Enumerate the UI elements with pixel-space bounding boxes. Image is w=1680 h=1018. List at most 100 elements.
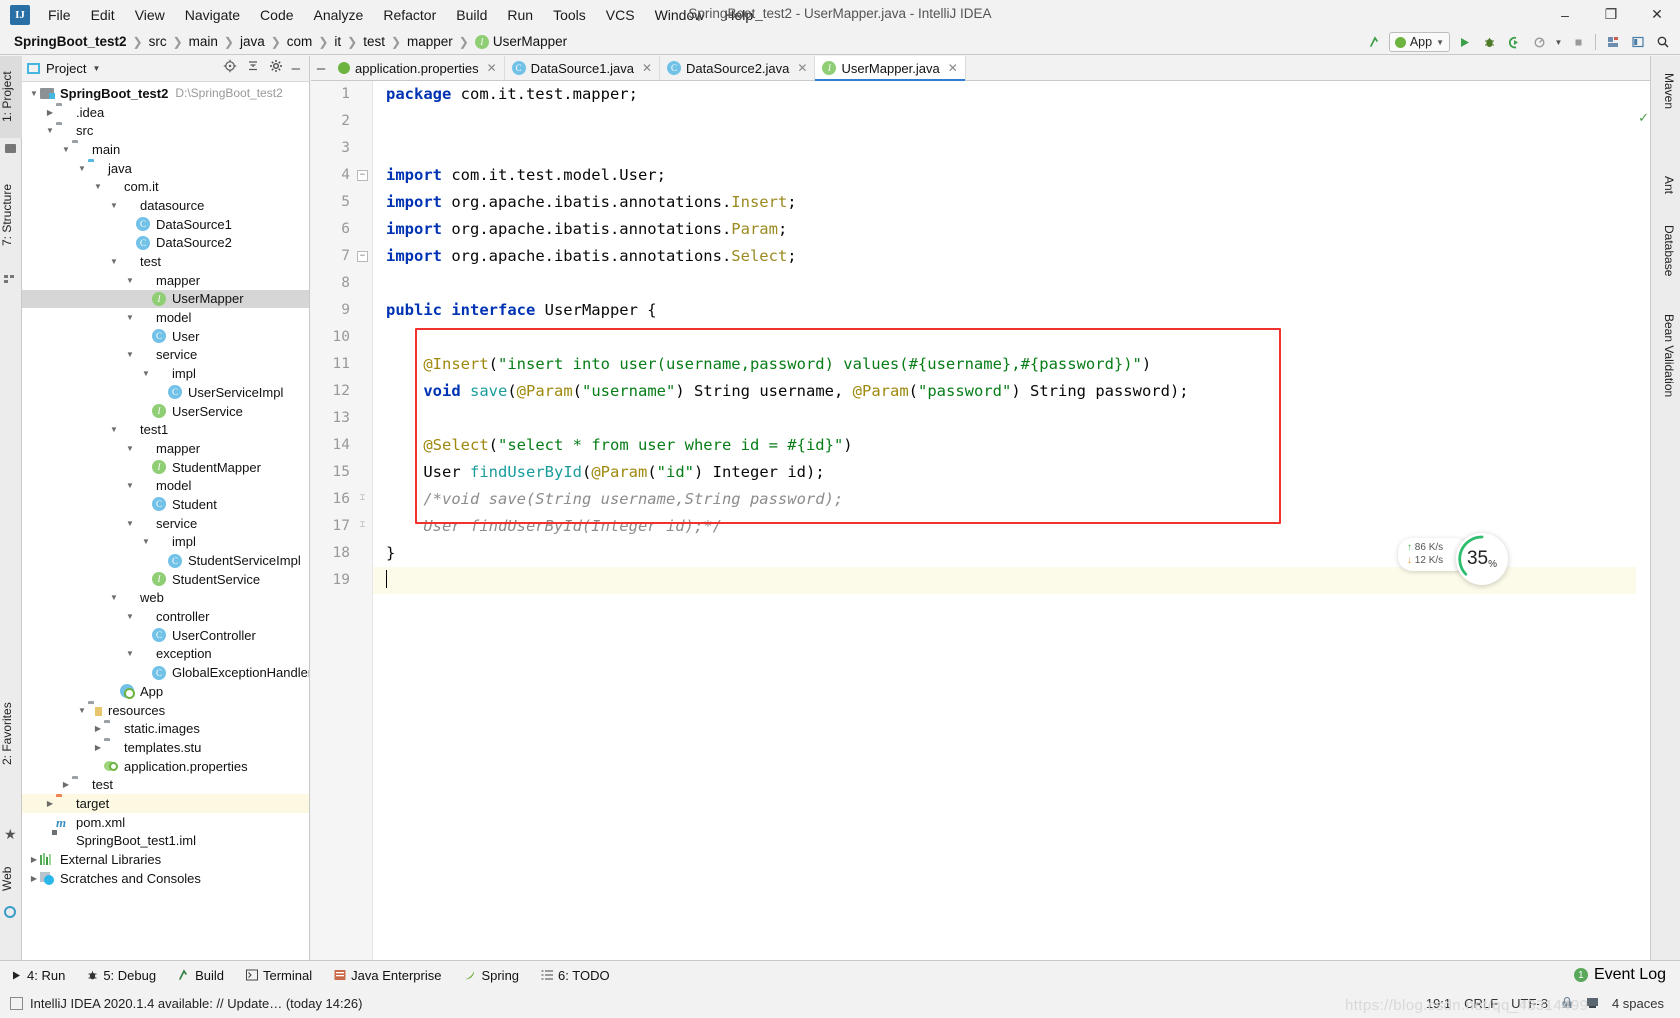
- breadcrumb-item-project[interactable]: SpringBoot_test2: [10, 33, 131, 50]
- chevron-down-icon[interactable]: ▼: [92, 182, 104, 191]
- code-content[interactable]: package com.it.test.mapper; import com.i…: [373, 81, 1650, 960]
- breadcrumb-item-main[interactable]: main: [185, 33, 222, 50]
- line-number[interactable]: 7−: [311, 243, 372, 270]
- menu-item-window[interactable]: Window: [645, 4, 715, 26]
- chevron-down-icon[interactable]: ▼: [124, 649, 136, 658]
- chevron-down-icon[interactable]: ▼: [28, 89, 40, 98]
- code-line[interactable]: @Select("select * from user where id = #…: [373, 432, 1650, 459]
- debug-button[interactable]: [1478, 31, 1500, 53]
- tree-node-studentservice[interactable]: I StudentService: [22, 570, 309, 589]
- git-branch-icon[interactable]: [1586, 996, 1599, 1012]
- database-icon[interactable]: [1602, 31, 1624, 53]
- chevron-down-icon[interactable]: ▼: [140, 537, 152, 546]
- menu-item-code[interactable]: Code: [250, 4, 303, 26]
- code-line[interactable]: void save(@Param("username") String user…: [373, 378, 1650, 405]
- tree-node-pom-xml[interactable]: m pom.xml: [22, 813, 309, 832]
- breadcrumb-item-java[interactable]: java: [236, 33, 269, 50]
- tree-node-springboot-test2[interactable]: ▼ SpringBoot_test2 D:\SpringBoot_test2: [22, 84, 309, 103]
- chevron-right-icon[interactable]: ▶: [44, 108, 56, 117]
- code-line[interactable]: import com.it.test.model.User;: [373, 162, 1650, 189]
- code-line[interactable]: [373, 405, 1650, 432]
- tree-node-test[interactable]: ▶ test: [22, 775, 309, 794]
- line-number[interactable]: 12: [311, 378, 372, 405]
- chevron-down-icon[interactable]: ▼: [76, 706, 88, 715]
- status-message[interactable]: IntelliJ IDEA 2020.1.4 available: // Upd…: [30, 996, 362, 1011]
- menu-item-build[interactable]: Build: [446, 4, 497, 26]
- line-number[interactable]: 2: [311, 108, 372, 135]
- menu-item-run[interactable]: Run: [497, 4, 543, 26]
- tree-node-studentmapper[interactable]: I StudentMapper: [22, 458, 309, 477]
- menu-item-tools[interactable]: Tools: [543, 4, 596, 26]
- line-number[interactable]: 13: [311, 405, 372, 432]
- tool-window-button-project[interactable]: 1: Project: [0, 56, 22, 138]
- tree-node-target[interactable]: ▶ target: [22, 794, 309, 813]
- breadcrumb-item-mapper[interactable]: mapper: [403, 33, 457, 50]
- code-line[interactable]: import org.apache.ibatis.annotations.Sel…: [373, 243, 1650, 270]
- breadcrumb-item-it[interactable]: it: [330, 33, 345, 50]
- chevron-down-icon[interactable]: ▼: [124, 276, 136, 285]
- file-encoding[interactable]: UTF-8: [1511, 996, 1548, 1011]
- tool-window-button-ant[interactable]: Ant: [1654, 166, 1676, 204]
- indent-setting[interactable]: 4 spaces: [1612, 996, 1664, 1011]
- tree-node-main[interactable]: ▼ main: [22, 140, 309, 159]
- layout-icon[interactable]: [1627, 31, 1649, 53]
- line-number[interactable]: 15: [311, 459, 372, 486]
- minimize-icon[interactable]: –: [1542, 0, 1588, 29]
- hide-icon[interactable]: –: [292, 61, 300, 76]
- code-fold-icon[interactable]: −: [357, 170, 368, 181]
- event-log-label[interactable]: Event Log: [1594, 966, 1666, 984]
- tree-node-userservice[interactable]: I UserService: [22, 402, 309, 421]
- line-number-gutter[interactable]: 1 2 3 4−5 6 7−8 9 10 11 12 13 14 15 16 ⌶ 17 ⌶ 18 19: [311, 81, 373, 960]
- update-project-icon[interactable]: [1364, 31, 1386, 53]
- tree-node-java[interactable]: ▼ java: [22, 159, 309, 178]
- chevron-down-icon[interactable]: ▼: [124, 481, 136, 490]
- code-fold-icon[interactable]: ⌶: [357, 521, 368, 532]
- tree-node-datasource2[interactable]: C DataSource2: [22, 234, 309, 253]
- tree-node-application-properties[interactable]: application.properties: [22, 757, 309, 776]
- chevron-right-icon[interactable]: ▶: [60, 780, 72, 789]
- close-tab-icon[interactable]: ✕: [487, 61, 497, 75]
- tree-node-model[interactable]: ▼ model: [22, 308, 309, 327]
- line-number[interactable]: 14: [311, 432, 372, 459]
- collapse-all-icon[interactable]: [246, 59, 260, 78]
- tree-node--idea[interactable]: ▶ .idea: [22, 103, 309, 122]
- chevron-right-icon[interactable]: ▶: [44, 799, 56, 808]
- tree-node-service[interactable]: ▼ service: [22, 514, 309, 533]
- tree-node-usermapper[interactable]: I UserMapper: [22, 289, 309, 309]
- chevron-right-icon[interactable]: ▶: [92, 743, 104, 752]
- breadcrumb-item-usermapper[interactable]: UserMapper: [489, 33, 571, 50]
- search-icon[interactable]: [1652, 31, 1674, 53]
- tree-node-web[interactable]: ▼ web: [22, 589, 309, 608]
- tree-node-impl[interactable]: ▼ impl: [22, 533, 309, 552]
- menu-item-view[interactable]: View: [125, 4, 175, 26]
- run-configuration-selector[interactable]: App ▼: [1388, 32, 1450, 52]
- maximize-icon[interactable]: ❐: [1588, 0, 1634, 29]
- bottom-tab-terminal[interactable]: Terminal: [235, 968, 323, 983]
- tree-node-static-images[interactable]: ▶ static.images: [22, 719, 309, 738]
- tree-node-com-it[interactable]: ▼ com.it: [22, 177, 309, 196]
- locate-icon[interactable]: [223, 59, 237, 78]
- breadcrumb-item-test[interactable]: test: [359, 33, 389, 50]
- tree-node-controller[interactable]: ▼ controller: [22, 607, 309, 626]
- code-fold-icon[interactable]: −: [357, 251, 368, 262]
- chevron-down-icon[interactable]: ▼: [92, 64, 100, 73]
- chevron-down-icon[interactable]: ▼: [108, 425, 120, 434]
- breadcrumb-item-com[interactable]: com: [283, 33, 317, 50]
- code-line[interactable]: public interface UserMapper {: [373, 297, 1650, 324]
- lock-icon[interactable]: [1561, 996, 1573, 1012]
- project-tree[interactable]: ▼ SpringBoot_test2 D:\SpringBoot_test2 ▶ .id…: [22, 82, 309, 960]
- line-number[interactable]: 1: [311, 81, 372, 108]
- line-number[interactable]: 18: [311, 540, 372, 567]
- hide-tabs-icon[interactable]: –: [311, 56, 331, 80]
- gear-icon[interactable]: [269, 59, 283, 78]
- close-tab-icon[interactable]: ✕: [642, 61, 652, 75]
- tree-node-user[interactable]: C User: [22, 327, 309, 346]
- tree-node-model[interactable]: ▼ model: [22, 476, 309, 495]
- tree-node-external-libraries[interactable]: ▶ External Libraries: [22, 850, 309, 869]
- breadcrumb-item-src[interactable]: src: [145, 33, 171, 50]
- line-number[interactable]: 8: [311, 270, 372, 297]
- bottom-tab-debug[interactable]: 5: Debug: [76, 968, 167, 983]
- editor-tab-usermapper[interactable]: I UserMapper.java ✕: [815, 56, 966, 81]
- menu-item-file[interactable]: File: [38, 4, 81, 26]
- event-log-area[interactable]: 1 Event Log: [1573, 966, 1680, 984]
